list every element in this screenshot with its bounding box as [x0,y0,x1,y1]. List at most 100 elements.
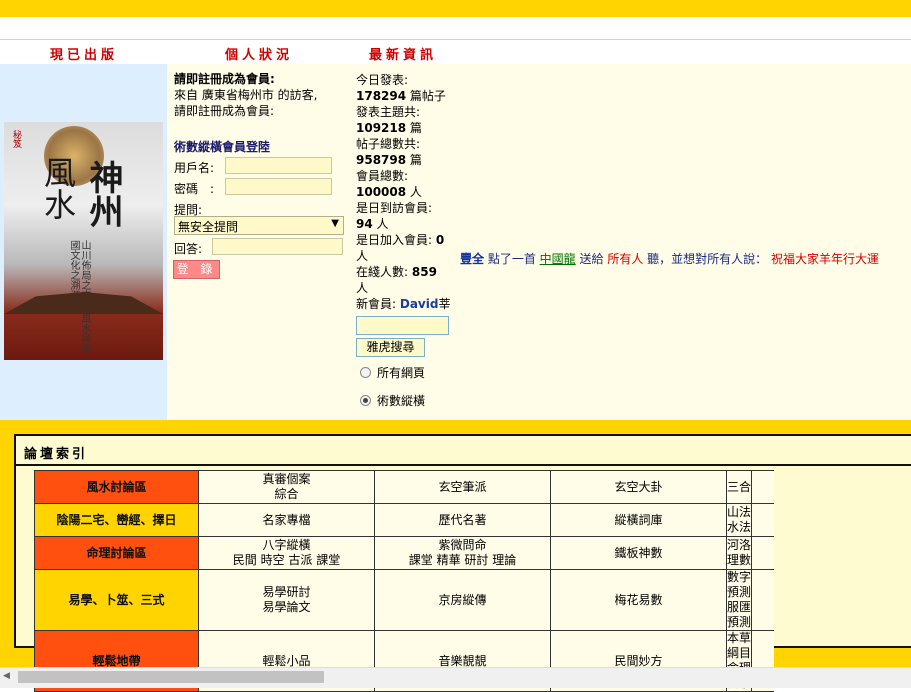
stat-online-label: 在綫人數: [356,265,409,279]
forum-board-cell: 紫微問命 課堂 精華 研討 理論 [374,536,551,570]
forum-board-cell: 京房縱傳 [374,569,551,631]
book-cover-image[interactable]: 秘笈 神州 風水 山川佈局之玄機 風水與中國文化之溯源 [4,122,163,360]
scroll-left-arrow-icon[interactable]: ◀ [3,671,10,681]
forum-board-cell: 玄空大卦 [550,470,727,504]
forum-board-cell-overflow [751,536,774,570]
stat-online-value: 859 [411,265,437,279]
forum-category[interactable]: 風水討論區 [34,470,199,504]
search-input[interactable] [356,316,449,335]
forum-board-cell: 玄空筆派 [374,470,551,504]
stat-today-unit: 篇帖子 [406,89,446,103]
stat-newmember-label: 新會員: [356,297,397,311]
forum-board-link[interactable]: 紫微問命 [375,538,550,553]
radio-all-web[interactable]: 所有網頁 [360,364,425,381]
radio-site-label: 術數縱橫 [377,394,426,408]
password-input[interactable] [225,178,332,195]
forum-board-link[interactable]: 玄空筆派 [375,480,550,495]
forum-board-link[interactable]: 玄空大卦 [551,480,726,495]
forum-board-link[interactable]: 易學研討 [199,585,374,600]
stat-online-unit: 人 [356,281,369,295]
stat-posts-unit: 篇 [406,153,422,167]
forum-board-link[interactable]: 真審個案 [199,472,374,487]
book-title-b: 風水 [39,156,77,220]
forum-board-link[interactable]: 水法 [727,520,751,535]
security-question-select[interactable]: 無安全提問 ▼ [174,216,344,235]
forum-category[interactable]: 命理討論區 [34,536,199,570]
marquee-target: 所有人 [607,252,644,266]
forum-board-cell: 山法 水法 [726,503,752,537]
section-news: 最新資訊 [369,48,438,63]
forum-board-link[interactable]: 易學論文 [199,600,374,615]
register-heading[interactable]: 請即註冊成為會員: [174,71,354,87]
stat-visits-unit: 人 [372,217,389,231]
stat-topics: 109218 篇 [356,120,456,136]
forum-board-cell: 名家專檔 [198,503,375,537]
stat-posts: 958798 篇 [356,152,456,168]
scrollbar-thumb[interactable] [18,671,324,683]
dropdown-arrow-icon: ▼ [331,218,339,229]
forum-board-link[interactable]: 梅花易數 [551,593,726,608]
forum-board-cell: 縱橫詞庫 [550,503,727,537]
yahoo-search-button[interactable]: 雅虎搜尋 [356,338,425,357]
answer-input[interactable] [212,238,343,255]
forum-board-link[interactable]: 山法 [727,505,751,520]
forum-board-link[interactable]: 數字預測 [727,570,751,600]
stat-today: 178294 篇帖子 [356,88,456,104]
marquee-message: 祝福大家羊年行大運 [770,252,879,266]
marquee-song-link[interactable]: 中國龍 [540,252,576,266]
forum-board-cell: 歷代名著 [374,503,551,537]
palace-roof-image [4,292,163,314]
stat-visits-label: 是日到訪會員: [356,201,433,215]
forum-row: 易學、卜筮、三式 易學研討 易學論文 京房縱傳 梅花易數 數字預測 服匯預測 [34,569,774,631]
marquee-user[interactable]: 豐全 [460,252,484,266]
stat-members: 100008 人 [356,184,456,200]
forum-index-table: 風水討論區 真審個案 綜合 玄空筆派 玄空大卦 三合陰陽二宅、巒經、擇日 名家專檔 歷代名著縱… [34,470,774,692]
forum-category[interactable]: 易學、卜筮、三式 [34,569,199,631]
marquee-text3: 聽，並想對所有人說： [643,252,771,266]
forum-board-link[interactable]: 綜合 [199,487,374,502]
register-prompt: 請即註冊成為會員: 來自 廣東省梅州市 的訪客, 請即註冊成為會員: [174,71,354,119]
stat-online: 在綫人數: 859 [356,264,456,280]
forum-board-link[interactable]: 河洛理數 [727,538,751,568]
stat-topics-value: 109218 [356,121,407,135]
forum-board-link[interactable]: 鐵板神數 [551,546,726,561]
register-line2: 請即註冊成為會員: [174,104,275,118]
login-title: 術數縱橫會員登陸 [174,140,271,154]
stat-visits: 94 人 [356,216,456,232]
forum-board-cell: 易學研討 易學論文 [198,569,375,631]
forum-board-cell: 數字預測 服匯預測 [726,569,752,631]
radio-site-icon[interactable] [360,395,371,406]
stat-visits-value: 94 [356,217,373,231]
forum-board-link[interactable]: 名家專檔 [199,513,374,528]
register-line1: 來自 廣東省梅州市 的訪客, [174,88,318,102]
stat-topics-unit: 篇 [406,121,422,135]
forum-board-link[interactable]: 三合 [727,480,751,495]
stat-joined-label: 是日加入會員: [356,233,433,247]
forum-category[interactable]: 陰陽二宅、巒經、擇日 [34,503,199,537]
forum-board-link[interactable]: 本草綱目 [727,631,751,661]
forum-board-link[interactable]: 民間 時空 古派 課堂 [199,553,374,568]
security-question-value: 無安全提問 [178,220,239,234]
new-member-link[interactable]: David [400,297,439,311]
radio-all-web-icon[interactable] [360,367,371,378]
forum-board-link[interactable]: 課堂 精華 研討 理論 [375,553,550,568]
radio-site[interactable]: 術數縱橫 [360,392,425,409]
password-label: 密碼 : [174,182,215,196]
stat-joined-value: 0 [435,233,445,247]
answer-label: 回答: [174,242,203,256]
stat-members-label: 會員總數: [356,169,409,183]
top-banner [0,0,911,17]
login-button[interactable]: 登 錄 [173,260,220,279]
forum-board-link[interactable]: 歷代名著 [375,513,550,528]
username-label: 用戶名: [174,161,215,175]
forum-board-link[interactable]: 八字縱橫 [199,538,374,553]
forum-board-link[interactable]: 京房縱傳 [375,593,550,608]
forum-board-link[interactable]: 縱橫詞庫 [551,513,726,528]
marquee-text2: 送給 [575,252,608,266]
username-input[interactable] [225,157,332,174]
stat-newmember: 新會員: David莘 [356,296,456,312]
stat-joined: 是日加入會員: 0 [356,232,456,248]
stat-newmember-tail: 莘 [438,297,451,311]
section-header-row: 現已出版 個人狀況 最新資訊 [0,40,911,64]
forum-board-link[interactable]: 服匯預測 [727,600,751,630]
